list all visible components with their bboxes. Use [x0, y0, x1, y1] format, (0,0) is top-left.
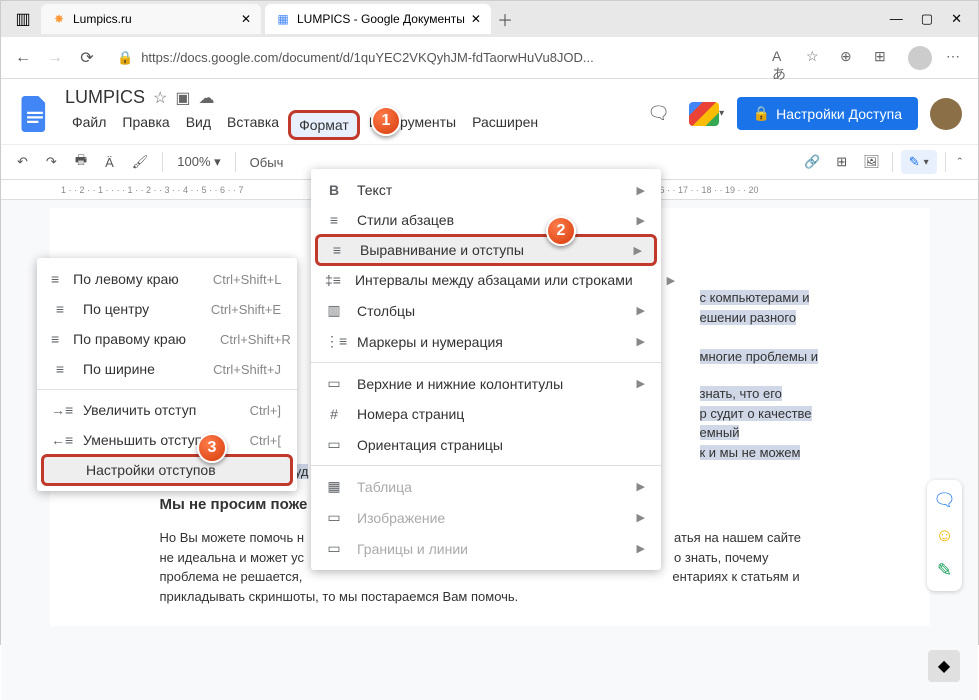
annotation-badge-3: 3: [197, 433, 227, 463]
emoji-reaction-button[interactable]: ☺: [935, 525, 953, 546]
format-bullets-numbering[interactable]: ⋮≡Маркеры и нумерация▶: [311, 326, 661, 357]
align-left[interactable]: ≡По левому краюCtrl+Shift+L: [37, 264, 297, 294]
docs-menu-bar: Файл Правка Вид Вставка Формат Инструмен…: [65, 110, 629, 140]
lock-icon: 🔒: [117, 50, 133, 66]
menu-extensions[interactable]: Расширен: [465, 110, 545, 140]
format-headers-footers[interactable]: ▭Верхние и нижние колонтитулы▶: [311, 368, 661, 399]
undo-button[interactable]: ↶: [13, 150, 32, 174]
tab-title: Lumpics.ru: [73, 12, 132, 26]
back-button[interactable]: ←: [13, 48, 33, 68]
browser-toolbar: ← → ⟳ 🔒 https://docs.google.com/document…: [1, 37, 978, 79]
print-button[interactable]: 🖶: [71, 147, 91, 177]
cloud-status-icon[interactable]: ☁: [198, 88, 214, 108]
browser-tab-strip: ▥ ✸ Lumpics.ru ✕ ▦ LUMPICS - Google Доку…: [1, 1, 978, 37]
format-table: ▦Таблица▶: [311, 471, 661, 502]
align-right[interactable]: ≡По правому краюCtrl+Shift+R: [37, 324, 297, 354]
menu-edit[interactable]: Правка: [115, 110, 176, 140]
more-icon[interactable]: ⋯: [946, 48, 966, 68]
menu-format[interactable]: Формат: [288, 110, 360, 140]
format-page-orientation[interactable]: ▭Ориентация страницы: [311, 429, 661, 460]
refresh-button[interactable]: ⟳: [77, 48, 97, 68]
close-icon[interactable]: ✕: [241, 12, 251, 26]
link-button[interactable]: 🔗: [800, 150, 824, 174]
new-tab-button[interactable]: ＋: [495, 9, 515, 29]
menu-insert[interactable]: Вставка: [220, 110, 286, 140]
favorite-icon[interactable]: ☆: [806, 48, 826, 68]
comment-button[interactable]: ⊞: [832, 150, 851, 174]
share-button[interactable]: 🔒 Настройки Доступа: [737, 97, 918, 130]
pencil-icon: ✎: [909, 154, 920, 170]
favicon-docs: ▦: [275, 11, 291, 27]
style-selector[interactable]: Обыч: [246, 151, 288, 174]
explore-button[interactable]: ◆: [928, 650, 960, 682]
format-align-indent[interactable]: ≡Выравнивание и отступы▶: [315, 234, 657, 266]
document-title[interactable]: LUMPICS: [65, 87, 145, 108]
image-button[interactable]: 🖼: [859, 150, 884, 174]
browser-tab-active[interactable]: ▦ LUMPICS - Google Документы ✕: [265, 4, 491, 34]
reactions-panel: 🗨 ☺ ✎: [927, 480, 962, 591]
format-columns[interactable]: ▥Столбцы▶: [311, 295, 661, 326]
editing-mode-button[interactable]: ✎ ▾: [901, 150, 937, 174]
window-close-button[interactable]: ✕: [951, 11, 962, 27]
increase-indent[interactable]: →≡Увеличить отступCtrl+]: [37, 395, 297, 425]
share-button-label: Настройки Доступа: [776, 106, 902, 122]
decrease-indent[interactable]: ←≡Уменьшить отступCtrl+[: [37, 425, 297, 455]
move-icon[interactable]: ▣: [175, 88, 190, 108]
collapse-button[interactable]: ˆ: [954, 151, 966, 174]
browser-profile-avatar[interactable]: [908, 46, 932, 70]
format-paragraph-styles[interactable]: ≡Стили абзацев▶: [311, 205, 661, 235]
indentation-options[interactable]: Настройки отступов: [41, 454, 293, 486]
browser-tab-inactive[interactable]: ✸ Lumpics.ru ✕: [41, 4, 261, 34]
align-center[interactable]: ≡По центруCtrl+Shift+E: [37, 294, 297, 324]
format-text[interactable]: BТекст▶: [311, 175, 661, 205]
zoom-selector[interactable]: 100% ▾: [173, 150, 224, 174]
format-page-numbers[interactable]: #Номера страниц: [311, 399, 661, 429]
format-borders-lines: ▭Границы и линии▶: [311, 533, 661, 564]
tab-title: LUMPICS - Google Документы: [297, 12, 465, 26]
menu-view[interactable]: Вид: [179, 110, 218, 140]
format-image: ▭Изображение▶: [311, 502, 661, 533]
docs-header: LUMPICS ☆ ▣ ☁ Файл Правка Вид Вставка Фо…: [1, 79, 978, 140]
format-dropdown-menu: BТекст▶ ≡Стили абзацев▶ ≡Выравнивание и …: [311, 169, 661, 570]
add-comment-button[interactable]: 🗨: [933, 490, 956, 511]
lock-icon: 🔒: [753, 105, 770, 122]
align-indent-submenu: ≡По левому краюCtrl+Shift+L ≡По центруCt…: [37, 258, 297, 491]
address-bar[interactable]: 🔒 https://docs.google.com/document/d/1qu…: [109, 50, 760, 66]
tab-actions-icon[interactable]: ▥: [9, 9, 37, 29]
menu-file[interactable]: Файл: [65, 110, 113, 140]
meet-button[interactable]: ▾: [689, 96, 725, 132]
profile-avatar[interactable]: [930, 98, 962, 130]
window-maximize-button[interactable]: ▢: [921, 11, 933, 27]
paint-format-button[interactable]: 🖌: [128, 150, 153, 174]
extensions-icon[interactable]: ⊞: [874, 48, 894, 68]
align-justify[interactable]: ≡По ширинеCtrl+Shift+J: [37, 354, 297, 384]
star-icon[interactable]: ☆: [153, 88, 167, 108]
format-line-spacing[interactable]: ‡≡Интервалы между абзацами или строками▶: [311, 265, 661, 295]
annotation-badge-2: 2: [546, 216, 576, 246]
forward-button[interactable]: →: [45, 48, 65, 68]
window-minimize-button[interactable]: —: [890, 11, 903, 27]
annotation-badge-1: 1: [371, 106, 401, 136]
favicon-lumpics: ✸: [51, 11, 67, 27]
redo-button[interactable]: ↷: [42, 150, 61, 174]
collections-icon[interactable]: ⊕: [840, 48, 860, 68]
close-icon[interactable]: ✕: [471, 12, 481, 26]
reader-icon[interactable]: Aあ: [772, 48, 792, 68]
comments-history-button[interactable]: 🗨: [641, 96, 677, 132]
url-text: https://docs.google.com/document/d/1quYE…: [141, 50, 594, 65]
docs-logo-icon[interactable]: [17, 90, 53, 138]
spellcheck-button[interactable]: Ä: [101, 151, 118, 174]
suggest-edit-button[interactable]: ✎: [937, 560, 952, 581]
